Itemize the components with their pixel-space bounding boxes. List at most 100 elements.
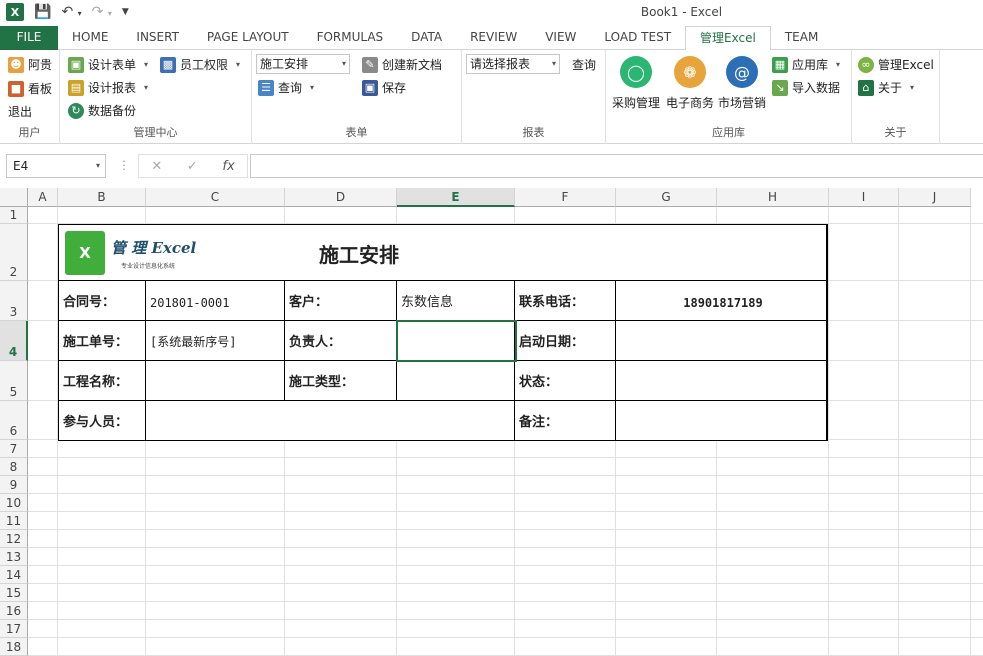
row-header-9[interactable]: 9 bbox=[0, 476, 28, 494]
select-all-corner[interactable] bbox=[0, 188, 28, 207]
logout-button[interactable]: 退出 bbox=[8, 103, 32, 120]
tab-manage-excel[interactable]: 管理Excel bbox=[685, 26, 771, 51]
staff-permission-button[interactable]: ▩ 员工权限 ▾ bbox=[160, 56, 240, 73]
column-header-h[interactable]: H bbox=[717, 188, 829, 207]
new-document-button[interactable]: ✎ 创建新文档 bbox=[362, 56, 442, 73]
design-report-button[interactable]: ▤ 设计报表 ▾ bbox=[68, 79, 148, 96]
row-header-11[interactable]: 11 bbox=[0, 512, 28, 530]
tab-page-layout[interactable]: PAGE LAYOUT bbox=[193, 26, 303, 50]
tab-data[interactable]: DATA bbox=[397, 26, 456, 50]
tab-home[interactable]: HOME bbox=[58, 26, 122, 50]
worksheet-grid[interactable]: ABCDEFGHIJ 1 2 3 4 5 6 7 8 9 10 11 12 13 14 15 16 17 18 X… bbox=[0, 188, 983, 656]
dashboard-button[interactable]: ■ 看板 bbox=[8, 80, 52, 97]
design-report-icon: ▤ bbox=[68, 79, 84, 96]
row-header-13[interactable]: 13 bbox=[0, 548, 28, 566]
row-number: 9 bbox=[9, 478, 18, 492]
app-library-button[interactable]: ▦ 应用库 ▾ bbox=[772, 56, 840, 73]
members-value[interactable] bbox=[146, 401, 515, 440]
row-header-18[interactable]: 18 bbox=[0, 638, 28, 656]
row-number: 7 bbox=[9, 442, 18, 456]
note-label: 备注： bbox=[515, 401, 616, 440]
tab-formulas[interactable]: FORMULAS bbox=[303, 26, 398, 50]
construction-type-value[interactable] bbox=[397, 361, 515, 401]
cancel-icon[interactable]: ✕ bbox=[151, 159, 162, 174]
insert-function-icon[interactable]: fx bbox=[222, 159, 234, 174]
order-no-value[interactable]: [系统最新序号] bbox=[146, 321, 285, 361]
row-header-6[interactable]: 6 bbox=[0, 401, 28, 440]
backup-icon: ↻ bbox=[68, 102, 84, 119]
user-icon: ☻ bbox=[8, 56, 24, 73]
marketing-button[interactable]: @ 市场营销 bbox=[714, 56, 770, 111]
row-header-2[interactable]: 2 bbox=[0, 224, 28, 281]
gridline-vertical bbox=[828, 207, 829, 656]
row-header-14[interactable]: 14 bbox=[0, 566, 28, 584]
row-header-8[interactable]: 8 bbox=[0, 458, 28, 476]
column-header-j[interactable]: J bbox=[899, 188, 971, 207]
enter-check-icon[interactable]: ✓ bbox=[187, 159, 198, 174]
about-button[interactable]: ⌂ 关于 ▾ bbox=[858, 79, 914, 96]
row-number: 5 bbox=[9, 385, 18, 399]
phone-value[interactable]: 18901817189 bbox=[616, 281, 827, 321]
report-select[interactable]: 请选择报表 ▾ bbox=[466, 54, 560, 74]
row-header-7[interactable]: 7 bbox=[0, 440, 28, 458]
data-backup-button[interactable]: ↻ 数据备份 bbox=[68, 102, 136, 119]
row-header-4[interactable]: 4 bbox=[0, 321, 28, 361]
ecommerce-button[interactable]: ❁ 电子商务 bbox=[662, 56, 718, 111]
form-select[interactable]: 施工安排 ▾ bbox=[256, 54, 350, 74]
dashboard-icon: ■ bbox=[8, 80, 24, 97]
chevron-down-icon: ▾ bbox=[551, 59, 556, 68]
row-number: 15 bbox=[5, 586, 22, 600]
tab-file[interactable]: FILE bbox=[0, 26, 58, 50]
design-form-button[interactable]: ▣ 设计表单 ▾ bbox=[68, 56, 148, 73]
status-value[interactable] bbox=[616, 361, 827, 401]
gridline-horizontal bbox=[28, 475, 983, 476]
chevron-down-icon: ▾ bbox=[341, 59, 346, 68]
column-header-f[interactable]: F bbox=[515, 188, 616, 207]
row-header-16[interactable]: 16 bbox=[0, 602, 28, 620]
tab-insert[interactable]: INSERT bbox=[122, 26, 193, 50]
construction-schedule-form: X 管 理 Excel 专业设计信息化系统 施工安排 合同号： 201801-0… bbox=[58, 224, 828, 441]
tab-view[interactable]: VIEW bbox=[531, 26, 590, 50]
customer-value[interactable]: 东数信息 bbox=[397, 281, 515, 321]
column-header-a[interactable]: A bbox=[28, 188, 58, 207]
column-header-i[interactable]: I bbox=[829, 188, 899, 207]
order-no-label: 施工单号： bbox=[59, 321, 146, 361]
column-header-e[interactable]: E bbox=[397, 188, 515, 207]
manage-excel-button[interactable]: ∞ 管理Excel bbox=[858, 56, 934, 73]
column-header-g[interactable]: G bbox=[616, 188, 717, 207]
link-icon: ∞ bbox=[858, 56, 874, 73]
import-data-button[interactable]: ↘ 导入数据 bbox=[772, 79, 840, 96]
name-box[interactable]: E4 ▾ bbox=[6, 154, 106, 178]
formula-input[interactable] bbox=[250, 154, 983, 178]
tab-review[interactable]: REVIEW bbox=[456, 26, 531, 50]
active-cell-e4[interactable] bbox=[396, 320, 517, 362]
chevron-down-icon: ▾ bbox=[95, 161, 100, 170]
column-header-d[interactable]: D bbox=[285, 188, 397, 207]
start-date-value[interactable] bbox=[616, 321, 827, 361]
row-header-15[interactable]: 15 bbox=[0, 584, 28, 602]
row-header-10[interactable]: 10 bbox=[0, 494, 28, 512]
row-header-12[interactable]: 12 bbox=[0, 530, 28, 548]
tab-team[interactable]: TEAM bbox=[771, 26, 832, 50]
form-query-button[interactable]: ☰ 查询 ▾ bbox=[258, 79, 314, 96]
save-form-button[interactable]: ▣ 保存 bbox=[362, 79, 406, 96]
row-header-1[interactable]: 1 bbox=[0, 207, 28, 224]
project-name-value[interactable] bbox=[146, 361, 285, 401]
contract-no-value[interactable]: 201801-0001 bbox=[146, 281, 285, 321]
column-header-c[interactable]: C bbox=[146, 188, 285, 207]
home-icon: ⌂ bbox=[858, 79, 874, 96]
note-value[interactable] bbox=[616, 401, 827, 440]
column-header-b[interactable]: B bbox=[58, 188, 146, 207]
design-form-icon: ▣ bbox=[68, 56, 84, 73]
query-table-icon: ☰ bbox=[258, 79, 274, 96]
user-name-button[interactable]: ☻ 阿贵 bbox=[8, 56, 52, 73]
tab-load-test[interactable]: LOAD TEST bbox=[590, 26, 685, 50]
new-document-icon: ✎ bbox=[362, 56, 378, 73]
formula-actions: ✕ ✓ fx bbox=[138, 154, 248, 178]
report-query-button[interactable]: 查询 bbox=[572, 56, 596, 73]
row-header-3[interactable]: 3 bbox=[0, 281, 28, 321]
purchase-management-button[interactable]: ◯ 采购管理 bbox=[608, 56, 664, 111]
row-header-17[interactable]: 17 bbox=[0, 620, 28, 638]
row-header-5[interactable]: 5 bbox=[0, 361, 28, 401]
construction-type-label: 施工类型： bbox=[285, 361, 397, 401]
